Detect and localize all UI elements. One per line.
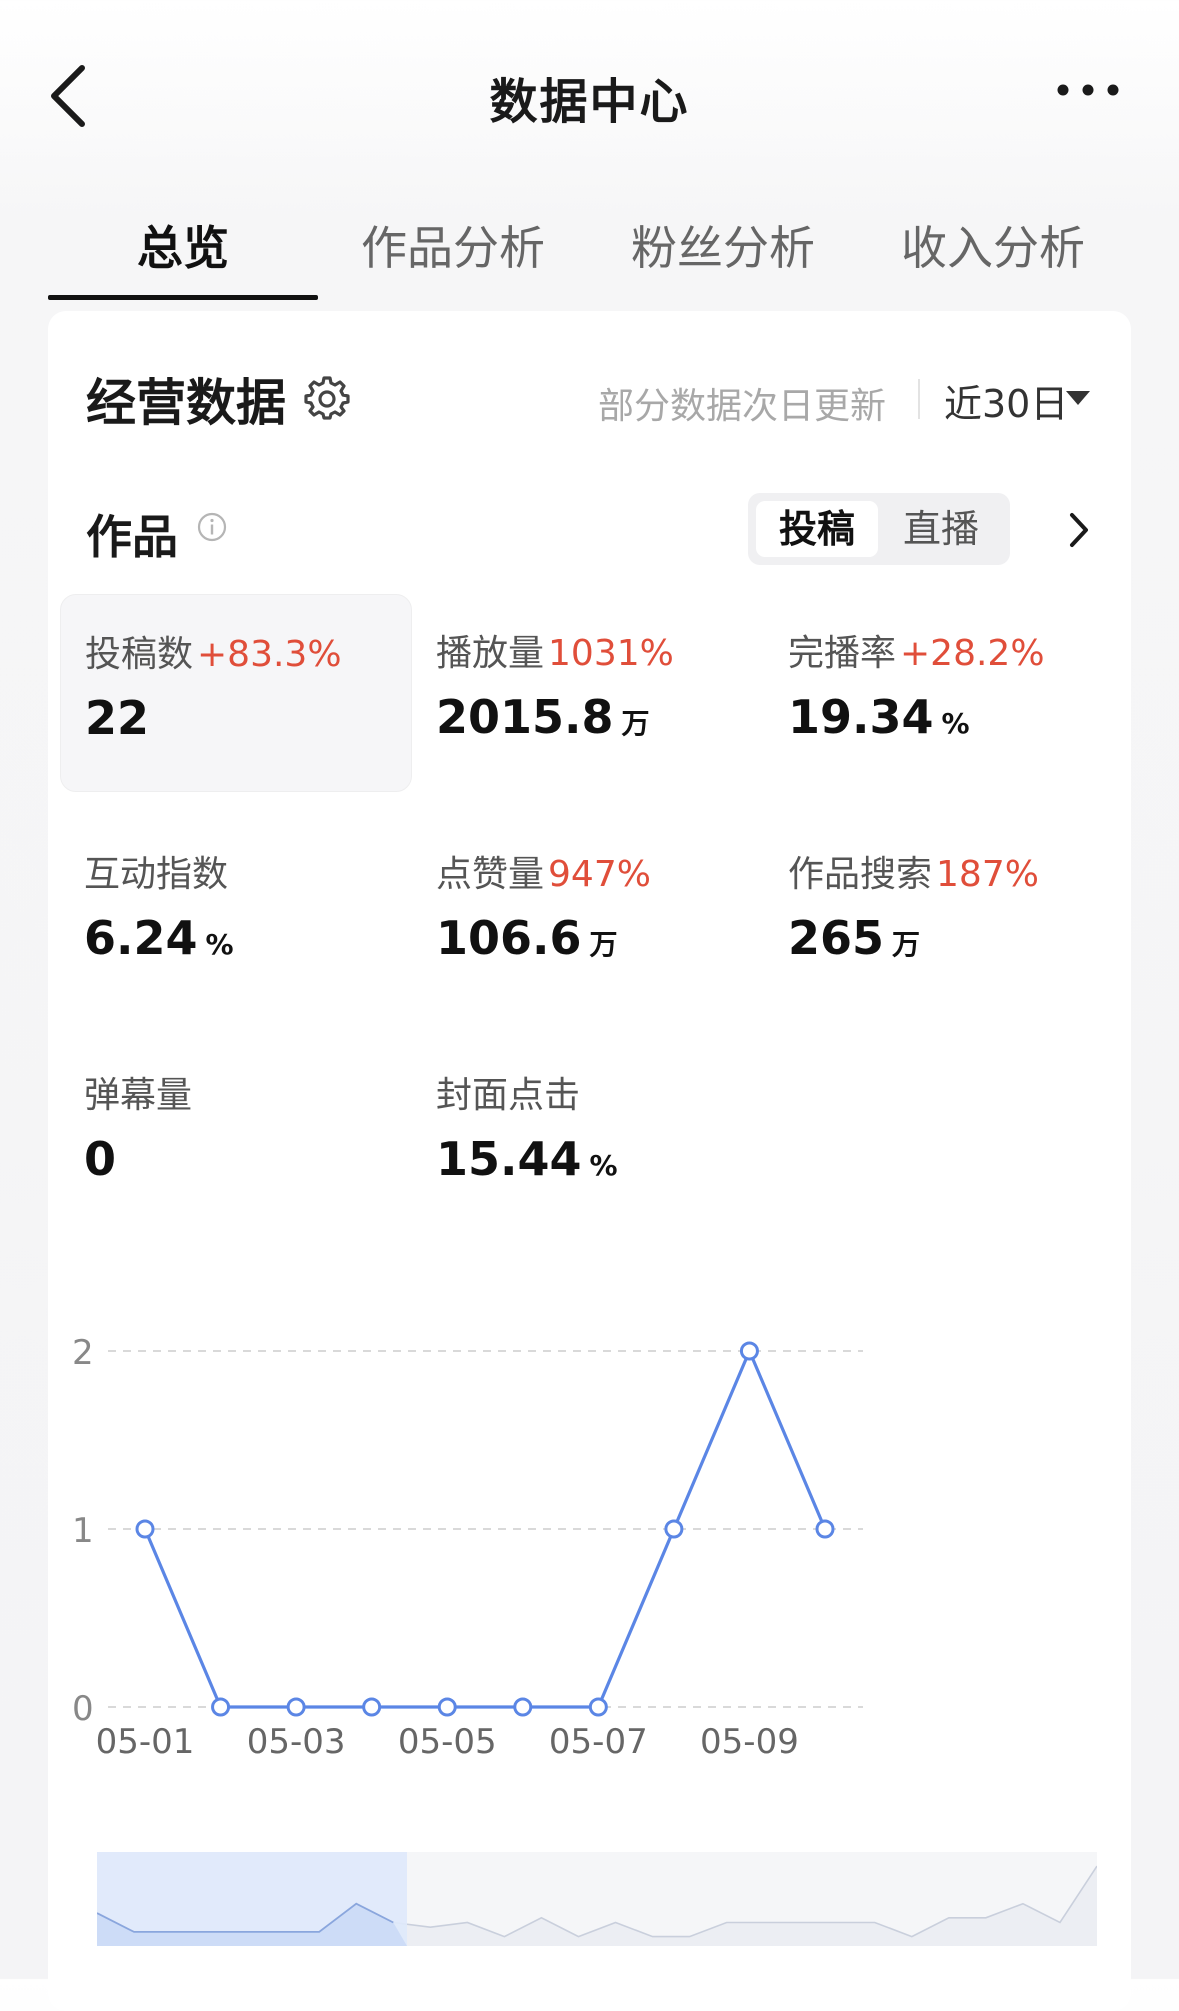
y-tick-label: 1 [72,1511,94,1551]
metric-unit: % [205,928,234,961]
x-tick-label: 05-03 [247,1722,346,1762]
metric-label-text: 弹幕量 [84,1075,193,1116]
x-tick-label: 05-09 [700,1722,799,1762]
tab-income-analysis[interactable]: 收入分析 [858,200,1128,300]
metric-value: 22 [85,691,157,745]
metric-interaction-index[interactable]: 互动指数 6.24% [60,815,410,1011]
date-range-selector[interactable]: 近30日 [944,373,1068,428]
metric-value: 265 万 [788,911,920,965]
metric-unit: % [941,707,970,740]
metric-value: 0 [84,1132,124,1186]
x-tick-label: 05-05 [398,1722,497,1762]
section-title: 经营数据 [86,374,286,432]
data-point [739,1341,759,1361]
y-tick-label: 2 [72,1333,94,1373]
metric-unit: 万 [589,928,618,961]
metric-value: 19.34% [788,690,970,744]
metric-value-number: 265 [788,911,885,965]
more-dots-icon[interactable] [1053,70,1123,110]
tab-overview[interactable]: 总览 [48,200,318,300]
metric-delta: 947% [548,854,651,895]
data-point [211,1697,231,1717]
metric-label-text: 作品搜索 [788,854,933,895]
metric-label-text: 封面点击 [436,1075,581,1116]
metric-delta: 1031% [548,633,674,674]
metric-label: 封面点击 [436,1066,584,1118]
page-title: 数据中心 [489,74,690,130]
data-point [815,1519,835,1539]
tab-bar: 总览 作品分析 粉丝分析 收入分析 [48,200,1131,300]
submissions-line-chart: 0 1 2 05-01 05-03 05-05 05-07 05-09 [72,1333,863,1762]
metric-value-number: 0 [84,1132,117,1186]
metric-value: 2015.8 万 [436,690,650,744]
info-icon[interactable] [196,511,228,543]
segment-submission[interactable]: 投稿 [756,501,878,557]
metric-value-number: 2015.8 [436,690,614,744]
metric-delta: 187% [936,854,1039,895]
metric-label-text: 互动指数 [84,854,229,895]
tab-fans-analysis[interactable]: 粉丝分析 [588,200,858,300]
metric-value: 15.44% [436,1132,618,1186]
metric-value-number: 19.34 [788,690,934,744]
metric-value: 106.6 万 [436,911,618,965]
data-point [588,1697,608,1717]
data-point [135,1519,155,1539]
data-point [437,1697,457,1717]
metric-label-text: 投稿数 [85,634,194,675]
metric-cover-clicks[interactable]: 封面点击 15.44% [412,1036,762,1232]
metric-value-number: 15.44 [436,1132,582,1186]
top-bar: 数据中心 [0,0,1179,190]
metric-label: 播放量 1031% [436,624,674,676]
divider [918,379,920,419]
segment-live[interactable]: 直播 [880,501,1002,557]
metric-label: 作品搜索 187% [788,845,1039,897]
data-point [286,1697,306,1717]
metric-submissions[interactable]: 投稿数 +83.3% 22 [60,594,412,792]
chevron-right-icon[interactable] [1064,507,1094,553]
metric-label: 互动指数 [84,845,232,897]
business-data-card: 经营数据 部分数据次日更新 近30日 作品 投稿 直播 投稿数 +83.3% 22… [48,311,1131,2011]
overview-range-slider[interactable] [97,1852,1097,1946]
y-tick-label: 0 [72,1689,94,1729]
gear-icon[interactable] [304,375,350,421]
segment-control: 投稿 直播 [748,493,1010,565]
metric-label-text: 播放量 [436,633,545,674]
update-note: 部分数据次日更新 [598,386,887,427]
metric-unit: % [589,1149,618,1182]
metric-delta: +28.2% [900,633,1045,674]
metric-works-search[interactable]: 作品搜索 187% 265 万 [764,815,1114,1011]
x-tick-label: 05-01 [96,1722,195,1762]
metric-value-number: 22 [85,691,150,745]
metric-unit: 万 [892,928,921,961]
metric-value-number: 6.24 [84,911,198,965]
metric-danmaku[interactable]: 弹幕量 0 [60,1036,410,1232]
data-point [513,1697,533,1717]
metric-label-text: 完播率 [788,633,897,674]
metric-label: 弹幕量 [84,1066,196,1118]
metric-label-text: 点赞量 [436,854,545,895]
x-tick-label: 05-07 [549,1722,648,1762]
data-point [664,1519,684,1539]
metric-likes[interactable]: 点赞量 947% 106.6 万 [412,815,762,1011]
data-point [362,1697,382,1717]
metric-value-number: 106.6 [436,911,582,965]
metric-value: 6.24% [84,911,234,965]
metric-label: 完播率 +28.2% [788,624,1045,676]
metric-plays[interactable]: 播放量 1031% 2015.8 万 [412,594,762,790]
metric-completion-rate[interactable]: 完播率 +28.2% 19.34% [764,594,1114,790]
metric-unit: 万 [621,707,650,740]
caret-down-icon[interactable] [1066,391,1090,405]
works-label: 作品 [86,510,178,564]
metric-label: 点赞量 947% [436,845,651,897]
metric-delta: +83.3% [197,634,342,675]
tab-works-analysis[interactable]: 作品分析 [318,200,588,300]
metric-label: 投稿数 +83.3% [85,625,342,677]
